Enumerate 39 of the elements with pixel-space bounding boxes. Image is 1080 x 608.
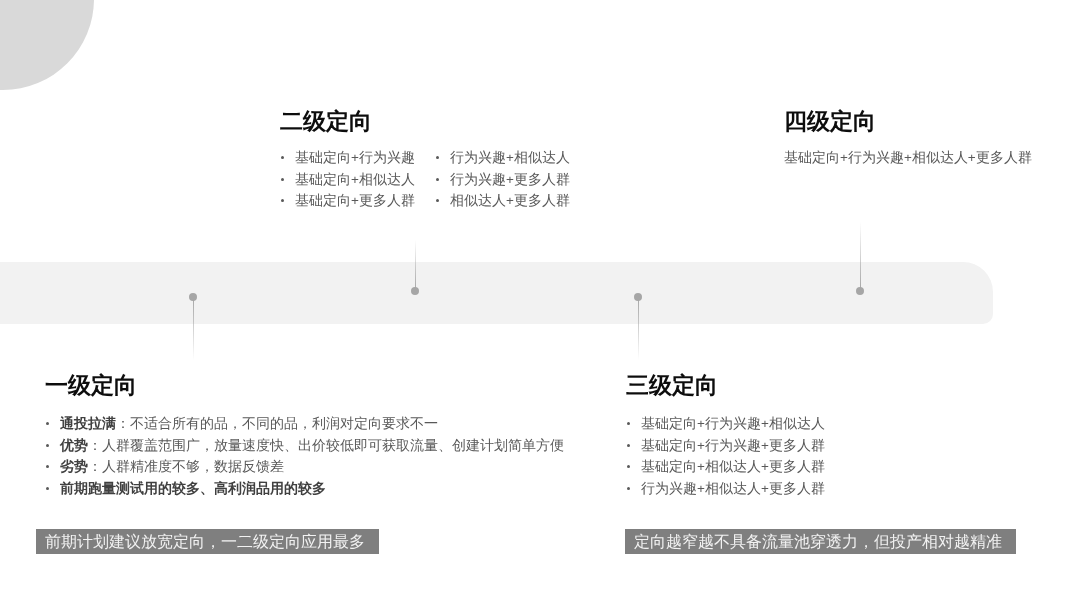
timeline-dot-icon bbox=[856, 287, 864, 295]
bullet-icon bbox=[627, 465, 630, 469]
bullet-icon bbox=[46, 465, 49, 469]
list-item-text: 基础定向+更多人群 bbox=[295, 192, 415, 210]
list-item-text: 行为兴趣+相似达人+更多人群 bbox=[641, 479, 825, 498]
list-item-text: 基础定向+行为兴趣+相似达人 bbox=[641, 415, 825, 433]
bullet-icon bbox=[435, 199, 439, 203]
summary-banner: 定向越窄越不具备流量池穿透力，但投产相对越精准 bbox=[625, 529, 1016, 554]
list-item-text: 基础定向+行为兴趣 bbox=[295, 149, 415, 167]
bullet-icon bbox=[627, 486, 630, 490]
stage-title: 一级定向 bbox=[45, 372, 137, 400]
timeline-dot-icon bbox=[411, 287, 419, 295]
timeline-dot-icon bbox=[189, 293, 197, 301]
bullet-icon bbox=[627, 443, 630, 447]
stage-description: 基础定向+行为兴趣+相似达人+更多人群 bbox=[784, 149, 1032, 167]
bullet-icon bbox=[281, 156, 284, 160]
list-item-text: 相似达人+更多人群 bbox=[449, 192, 570, 210]
list-item-text: 基础定向+行为兴趣+更多人群 bbox=[641, 436, 825, 455]
stage-title: 二级定向 bbox=[280, 108, 372, 136]
bullet-icon bbox=[46, 486, 49, 490]
list-item-text: 劣势：人群精准度不够，数据反馈差 bbox=[60, 458, 284, 476]
timeline-dot-icon bbox=[634, 293, 642, 301]
bullet-icon bbox=[435, 156, 439, 160]
summary-banner: 前期计划建议放宽定向，一二级定向应用最多 bbox=[36, 529, 379, 554]
list-item-text: 前期跑量测试用的较多、高利润品用的较多 bbox=[60, 479, 326, 498]
list-item-text: 通投拉满：不适合所有的品，不同的品，利润对定向要求不一 bbox=[60, 415, 438, 433]
bullet-icon bbox=[281, 177, 284, 181]
list-item-text: 优势：人群覆盖范围广，放量速度快、出价较低即可获取流量、创建计划简单方便 bbox=[60, 436, 564, 455]
list-item-text: 行为兴趣+更多人群 bbox=[449, 170, 570, 189]
bullet-icon bbox=[46, 443, 49, 447]
bullet-icon bbox=[46, 422, 49, 426]
stage-title: 三级定向 bbox=[626, 372, 718, 400]
list-item-text: 行为兴趣+相似达人 bbox=[449, 149, 570, 167]
bullet-icon bbox=[281, 199, 284, 203]
list-item-text: 基础定向+相似达人 bbox=[295, 170, 415, 189]
bullet-icon bbox=[627, 422, 630, 426]
stage-title: 四级定向 bbox=[784, 108, 876, 136]
list-item-text: 基础定向+相似达人+更多人群 bbox=[641, 458, 825, 476]
bullet-icon bbox=[435, 177, 439, 181]
